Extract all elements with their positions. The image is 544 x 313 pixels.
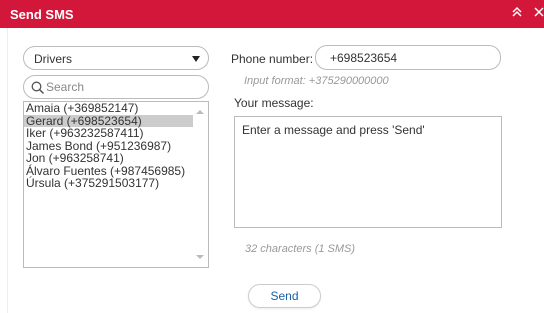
contact-item[interactable]: Iker (+963232587411) bbox=[24, 127, 193, 140]
window-left-edge bbox=[0, 28, 8, 313]
phone-number-label: Phone number: bbox=[231, 52, 314, 66]
search-input[interactable] bbox=[46, 79, 196, 95]
contact-item[interactable]: Úrsula (+375291503177) bbox=[24, 177, 193, 190]
phone-number-field[interactable] bbox=[315, 45, 501, 70]
contact-items: Amaia (+369852147) Gerard (+698523654) Ike… bbox=[24, 102, 208, 190]
title-bar: Send SMS bbox=[0, 0, 544, 28]
message-textarea[interactable]: Enter a message and press 'Send' bbox=[242, 123, 492, 219]
character-count: 32 characters (1 SMS) bbox=[245, 243, 356, 255]
phone-number-input[interactable] bbox=[330, 50, 490, 66]
window-title: Send SMS bbox=[10, 7, 74, 22]
message-box[interactable]: Enter a message and press 'Send' bbox=[234, 116, 502, 228]
input-format-hint: Input format: +375290000000 bbox=[244, 75, 389, 87]
scroll-up-icon[interactable] bbox=[196, 110, 204, 114]
chevron-down-icon bbox=[192, 56, 200, 62]
contact-item[interactable]: Amaia (+369852147) bbox=[24, 102, 193, 115]
contact-item[interactable]: Jon (+963258741) bbox=[24, 152, 193, 165]
contact-list[interactable]: Amaia (+369852147) Gerard (+698523654) Ike… bbox=[23, 101, 209, 268]
search-icon bbox=[31, 81, 45, 98]
scroll-down-icon[interactable] bbox=[196, 255, 204, 259]
message-label: Your message: bbox=[234, 96, 314, 110]
scrollbar[interactable] bbox=[192, 102, 208, 267]
contact-group-select[interactable]: Drivers bbox=[23, 46, 209, 70]
send-button[interactable]: Send bbox=[248, 284, 321, 308]
contact-search[interactable] bbox=[23, 75, 209, 99]
close-icon[interactable] bbox=[534, 6, 544, 21]
contact-group-value: Drivers bbox=[34, 52, 72, 66]
double-chevron-up-icon[interactable] bbox=[512, 6, 522, 21]
